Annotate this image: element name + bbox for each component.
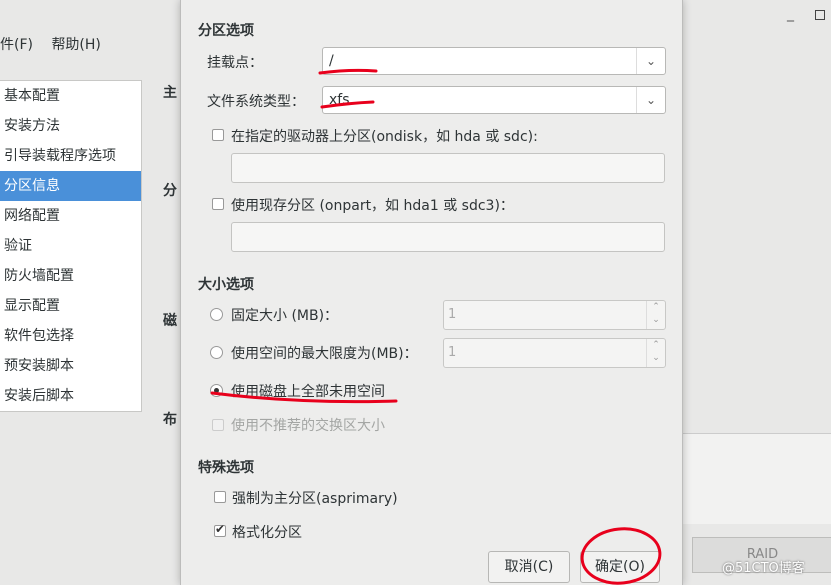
max-size-spinner[interactable]: 1 ⌃ ⌄ bbox=[443, 338, 666, 368]
onpart-input[interactable] bbox=[231, 222, 665, 252]
sidebar-item-packages[interactable]: 软件包选择 bbox=[0, 321, 141, 351]
ondisk-label[interactable]: 在指定的驱动器上分区(ondisk，如 hda 或 sdc): bbox=[231, 126, 538, 146]
format-checkbox[interactable] bbox=[214, 522, 226, 537]
partition-options-title: 分区选项 bbox=[198, 23, 254, 39]
spin-arrows-icon[interactable]: ⌃ ⌄ bbox=[646, 339, 665, 367]
bg-heading-partition: 分 bbox=[163, 183, 177, 199]
sidebar-item-auth[interactable]: 验证 bbox=[0, 231, 141, 261]
onpart-checkbox[interactable] bbox=[212, 198, 224, 210]
recommended-swap-label: 使用不推荐的交换区大小 bbox=[231, 418, 385, 434]
max-size-label[interactable]: 使用空间的最大限度为(MB)： bbox=[231, 343, 418, 363]
max-size-radio[interactable] bbox=[210, 346, 223, 359]
fixed-size-radio[interactable] bbox=[210, 308, 223, 321]
bg-heading-disk: 磁 bbox=[163, 313, 177, 329]
bg-panel bbox=[683, 433, 831, 524]
watermark: @51CTO博客 bbox=[722, 561, 805, 576]
sidebar-item-partition[interactable]: 分区信息 bbox=[0, 171, 141, 201]
asprimary-label[interactable]: 强制为主分区(asprimary) bbox=[232, 488, 398, 508]
chevron-down-icon[interactable]: ⌄ bbox=[636, 48, 665, 74]
mount-point-combo[interactable]: / ⌄ bbox=[322, 47, 666, 75]
mount-point-label: 挂载点： bbox=[207, 55, 263, 71]
onpart-label[interactable]: 使用现存分区 (onpart，如 hda1 或 sdc3)： bbox=[231, 195, 514, 215]
ondisk-checkbox[interactable] bbox=[212, 129, 224, 141]
sidebar-item-display[interactable]: 显示配置 bbox=[0, 291, 141, 321]
asprimary-checkbox[interactable] bbox=[214, 491, 226, 503]
size-options-title: 大小选项 bbox=[198, 277, 254, 293]
minimize-icon[interactable]: _ bbox=[787, 6, 794, 22]
fixed-size-spinner[interactable]: 1 ⌃ ⌄ bbox=[443, 300, 666, 330]
chevron-down-icon[interactable]: ⌄ bbox=[636, 87, 665, 113]
spin-arrows-icon[interactable]: ⌃ ⌄ bbox=[646, 301, 665, 329]
special-options-title: 特殊选项 bbox=[198, 460, 254, 476]
cancel-button[interactable]: 取消(C) bbox=[488, 551, 570, 583]
mount-point-value[interactable]: / bbox=[329, 53, 334, 69]
fill-disk-label[interactable]: 使用磁盘上全部未用空间 bbox=[231, 381, 385, 401]
sidebar-item-basic[interactable]: 基本配置 bbox=[0, 81, 141, 111]
fill-disk-radio[interactable] bbox=[210, 384, 223, 397]
bg-heading-layout: 布 bbox=[163, 412, 177, 428]
sidebar-item-firewall[interactable]: 防火墙配置 bbox=[0, 261, 141, 291]
recommended-swap-checkbox bbox=[212, 419, 224, 431]
menu-file[interactable]: 件(F) bbox=[0, 37, 33, 53]
max-size-value[interactable]: 1 bbox=[448, 345, 456, 360]
fs-type-combo[interactable]: xfs ⌄ bbox=[322, 86, 666, 114]
fixed-size-label[interactable]: 固定大小 (MB)： bbox=[231, 305, 338, 325]
sidebar-item-install-method[interactable]: 安装方法 bbox=[0, 111, 141, 141]
bg-heading-main: 主 bbox=[163, 85, 177, 101]
fs-type-value[interactable]: xfs bbox=[329, 92, 350, 108]
sidebar-item-pre-script[interactable]: 预安装脚本 bbox=[0, 351, 141, 381]
sidebar-item-network[interactable]: 网络配置 bbox=[0, 201, 141, 231]
fs-type-label: 文件系统类型： bbox=[207, 94, 305, 110]
menu-help[interactable]: 帮助(H) bbox=[51, 37, 100, 53]
ok-button[interactable]: 确定(O) bbox=[580, 551, 660, 583]
partition-dialog: 分区选项 挂载点： / ⌄ 文件系统类型： xfs ⌄ 在指定的驱动器上分区(o… bbox=[180, 0, 683, 585]
close-icon[interactable] bbox=[815, 10, 825, 20]
sidebar-item-post-script[interactable]: 安装后脚本 bbox=[0, 381, 141, 411]
menu-bar: 件(F) 帮助(H) bbox=[0, 34, 115, 54]
sidebar-item-bootloader[interactable]: 引导装载程序选项 bbox=[0, 141, 141, 171]
ondisk-input[interactable] bbox=[231, 153, 665, 183]
format-label[interactable]: 格式化分区 bbox=[232, 522, 302, 542]
fixed-size-value[interactable]: 1 bbox=[448, 307, 456, 322]
sidebar: 基本配置 安装方法 引导装载程序选项 分区信息 网络配置 验证 防火墙配置 显示… bbox=[0, 80, 142, 412]
